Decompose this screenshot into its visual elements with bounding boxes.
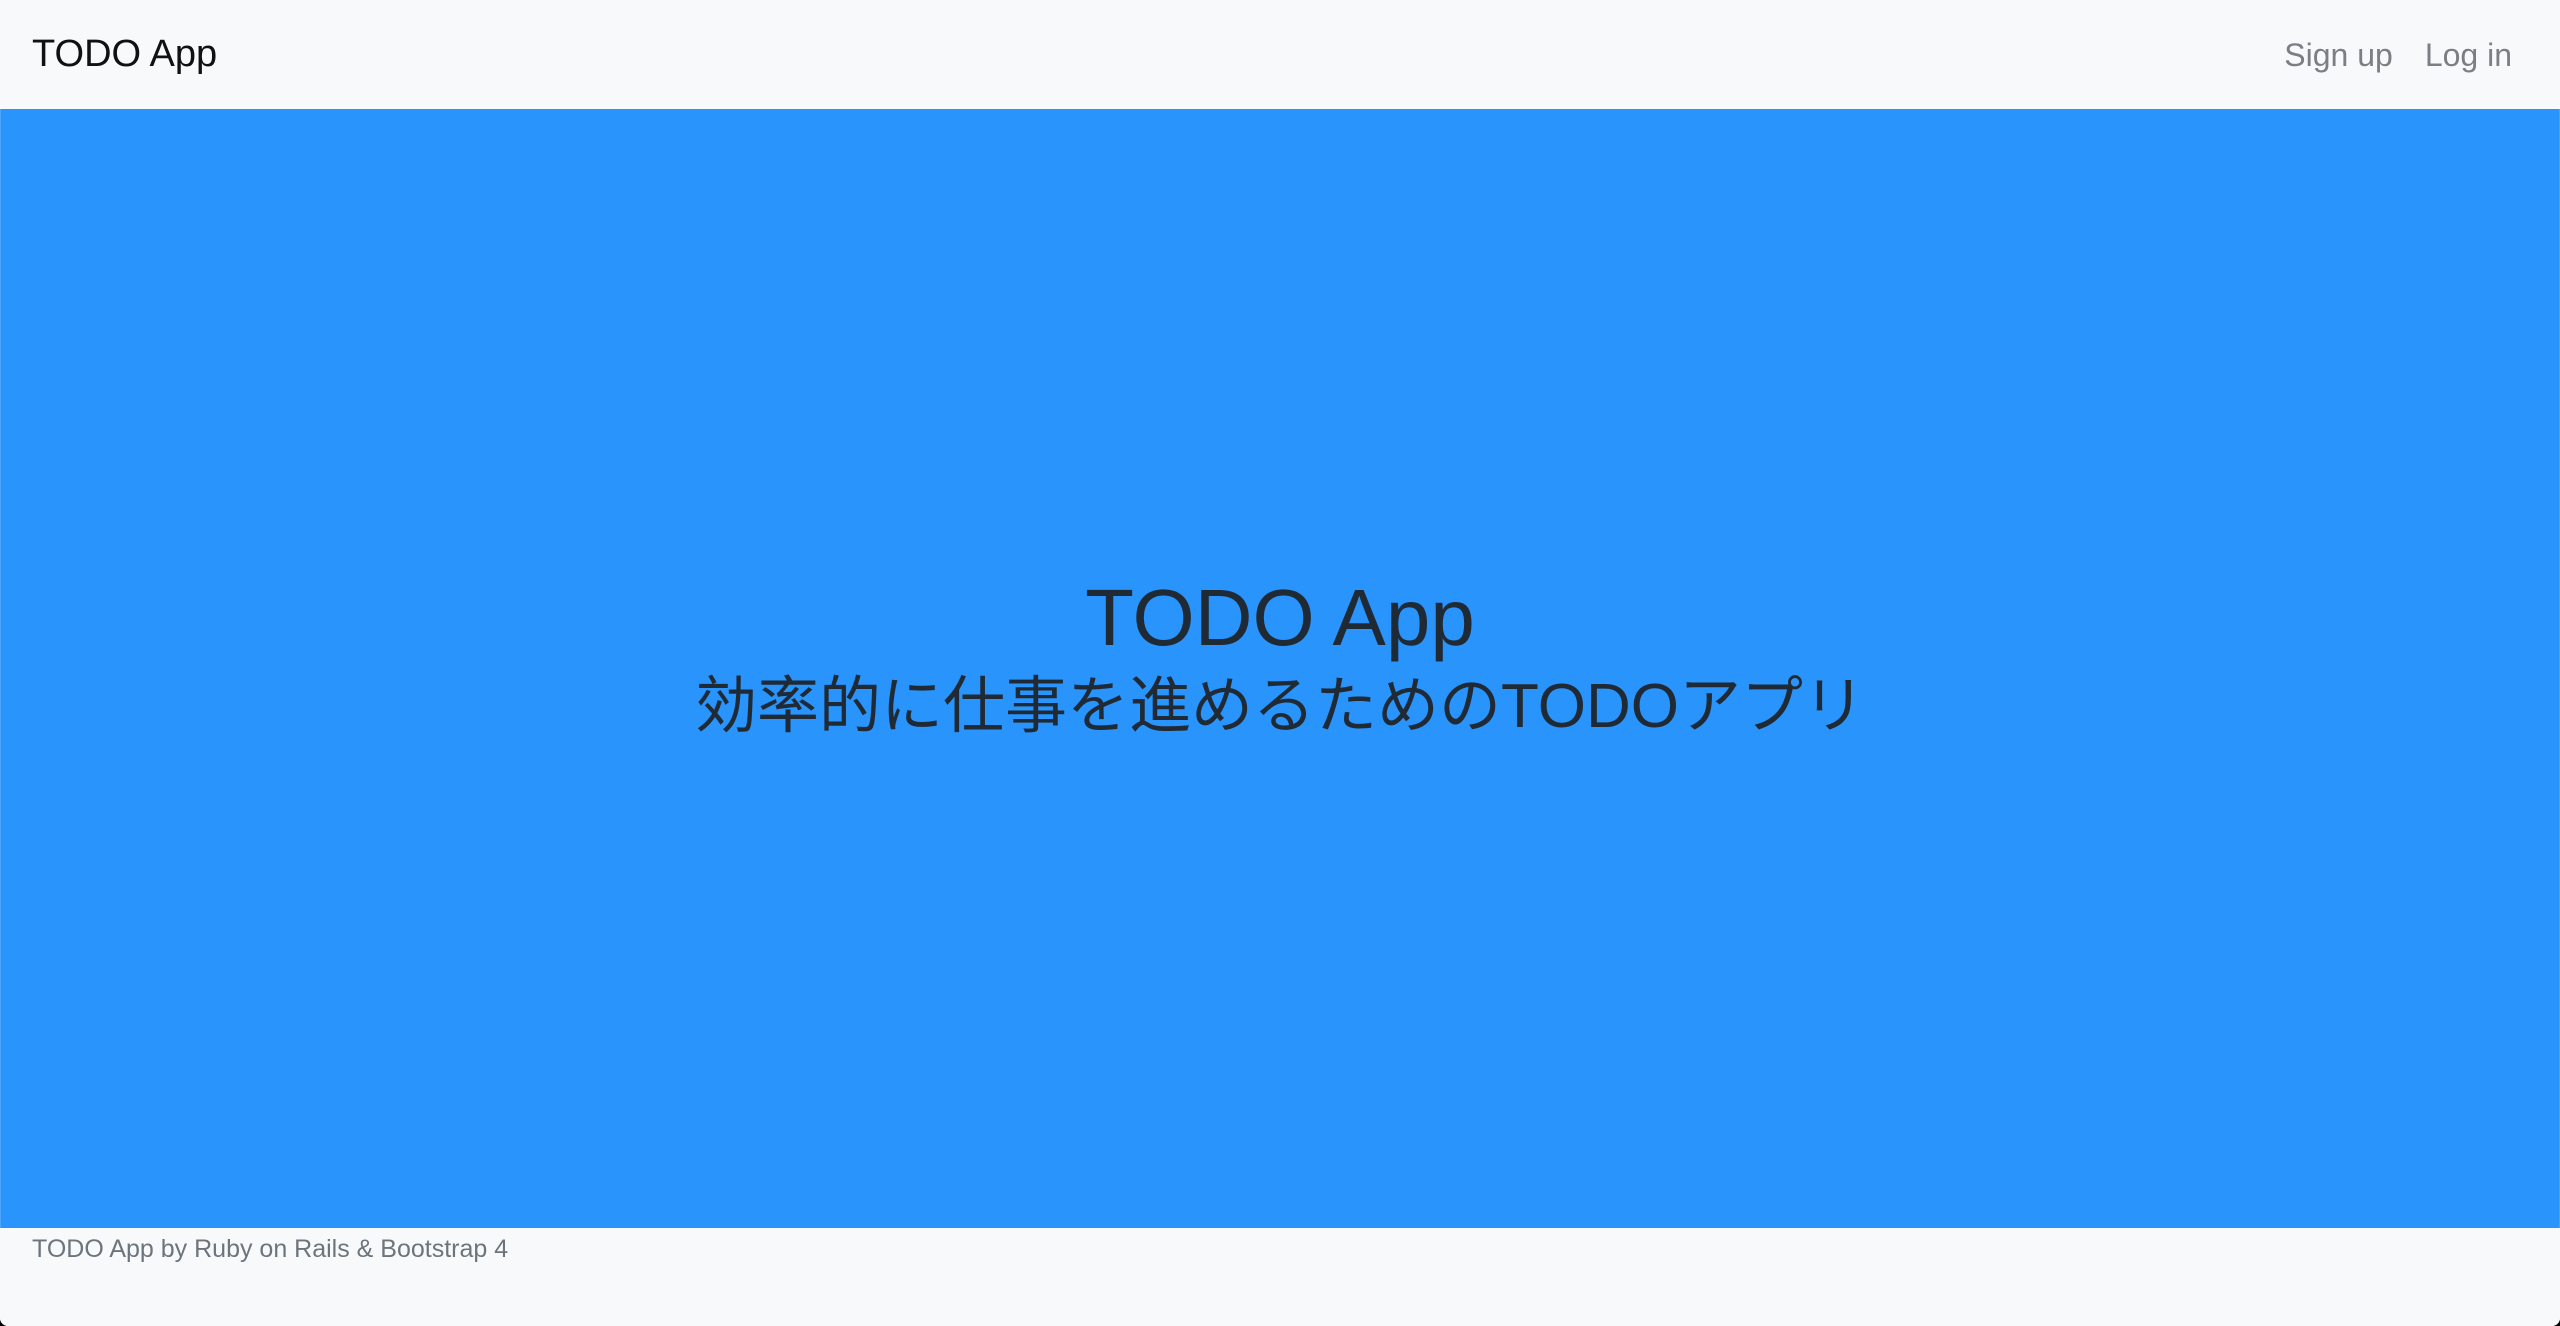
sign-up-link[interactable]: Sign up xyxy=(2284,33,2393,77)
navbar-brand-link[interactable]: TODO App xyxy=(32,30,217,78)
hero-section: TODO App 効率的に仕事を進めるためのTODOアプリ xyxy=(0,109,2560,1228)
navbar-links: Sign up Log in xyxy=(2284,33,2512,77)
hero-content: TODO App 効率的に仕事を進めるためのTODOアプリ xyxy=(1,569,2559,747)
app-window: TODO App Sign up Log in TODO App 効率的に仕事を… xyxy=(0,0,2560,1326)
hero-subtitle: 効率的に仕事を進めるためのTODOアプリ xyxy=(695,672,1865,741)
log-in-link[interactable]: Log in xyxy=(2425,33,2512,77)
footer: TODO App by Ruby on Rails & Bootstrap 4 xyxy=(0,1228,2560,1326)
hero-title: TODO App xyxy=(1085,573,1475,662)
footer-text: TODO App by Ruby on Rails & Bootstrap 4 xyxy=(32,1235,509,1263)
navbar: TODO App Sign up Log in xyxy=(0,0,2560,109)
